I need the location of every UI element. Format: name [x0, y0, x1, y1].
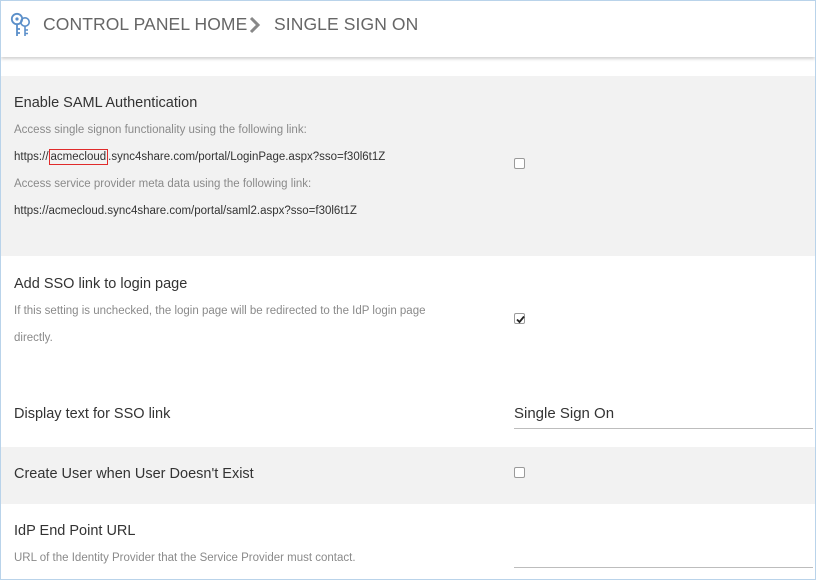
idp-title: IdP End Point URL	[14, 523, 136, 539]
breadcrumb-header: CONTROL PANEL HOME SINGLE SIGN ON	[1, 1, 815, 57]
keys-logo-icon	[9, 12, 33, 38]
sso-link-hint-line2: directly.	[14, 332, 53, 344]
create-user-checkbox[interactable]	[514, 467, 525, 478]
create-user-setting-row: Create User when User Doesn't Exist	[1, 447, 815, 504]
breadcrumb-current: SINGLE SIGN ON	[274, 14, 419, 34]
idp-setting-row: IdP End Point URL URL of the Identity Pr…	[1, 504, 815, 579]
sso-link-hint: Access single signon functionality using…	[14, 124, 307, 136]
enable-saml-checkbox[interactable]	[514, 158, 525, 169]
tenant-highlight: acmecloud	[48, 149, 109, 165]
window-frame: CONTROL PANEL HOME SINGLE SIGN ON Enable…	[0, 0, 816, 580]
chevron-right-icon	[248, 16, 262, 34]
sso-login-url: https://acmecloud .sync4share.com/portal/…	[14, 149, 386, 165]
idp-url-input[interactable]	[514, 540, 813, 568]
metadata-url: https://acmecloud.sync4share.com/portal/…	[14, 205, 357, 217]
sso-link-hint-line1: If this setting is unchecked, the login …	[14, 305, 426, 317]
metadata-hint: Access service provider meta data using …	[14, 178, 312, 190]
checkmark-icon	[516, 315, 525, 324]
saml-setting-row: Enable SAML Authentication Access single…	[1, 76, 815, 256]
display-text-input[interactable]: Single Sign On	[514, 399, 813, 429]
add-sso-link-checkbox[interactable]	[514, 313, 525, 324]
display-text-value: Single Sign On	[514, 405, 615, 422]
create-user-title: Create User when User Doesn't Exist	[14, 466, 254, 482]
idp-hint: URL of the Identity Provider that the Se…	[14, 552, 356, 564]
display-text-setting-row: Display text for SSO link Single Sign On	[1, 376, 815, 447]
sso-link-setting-row: Add SSO link to login page If this setti…	[1, 256, 815, 376]
display-text-title: Display text for SSO link	[14, 406, 171, 422]
saml-setting-title: Enable SAML Authentication	[14, 95, 198, 111]
breadcrumb-home-link[interactable]: CONTROL PANEL HOME	[43, 14, 247, 35]
sso-link-title: Add SSO link to login page	[14, 276, 188, 292]
